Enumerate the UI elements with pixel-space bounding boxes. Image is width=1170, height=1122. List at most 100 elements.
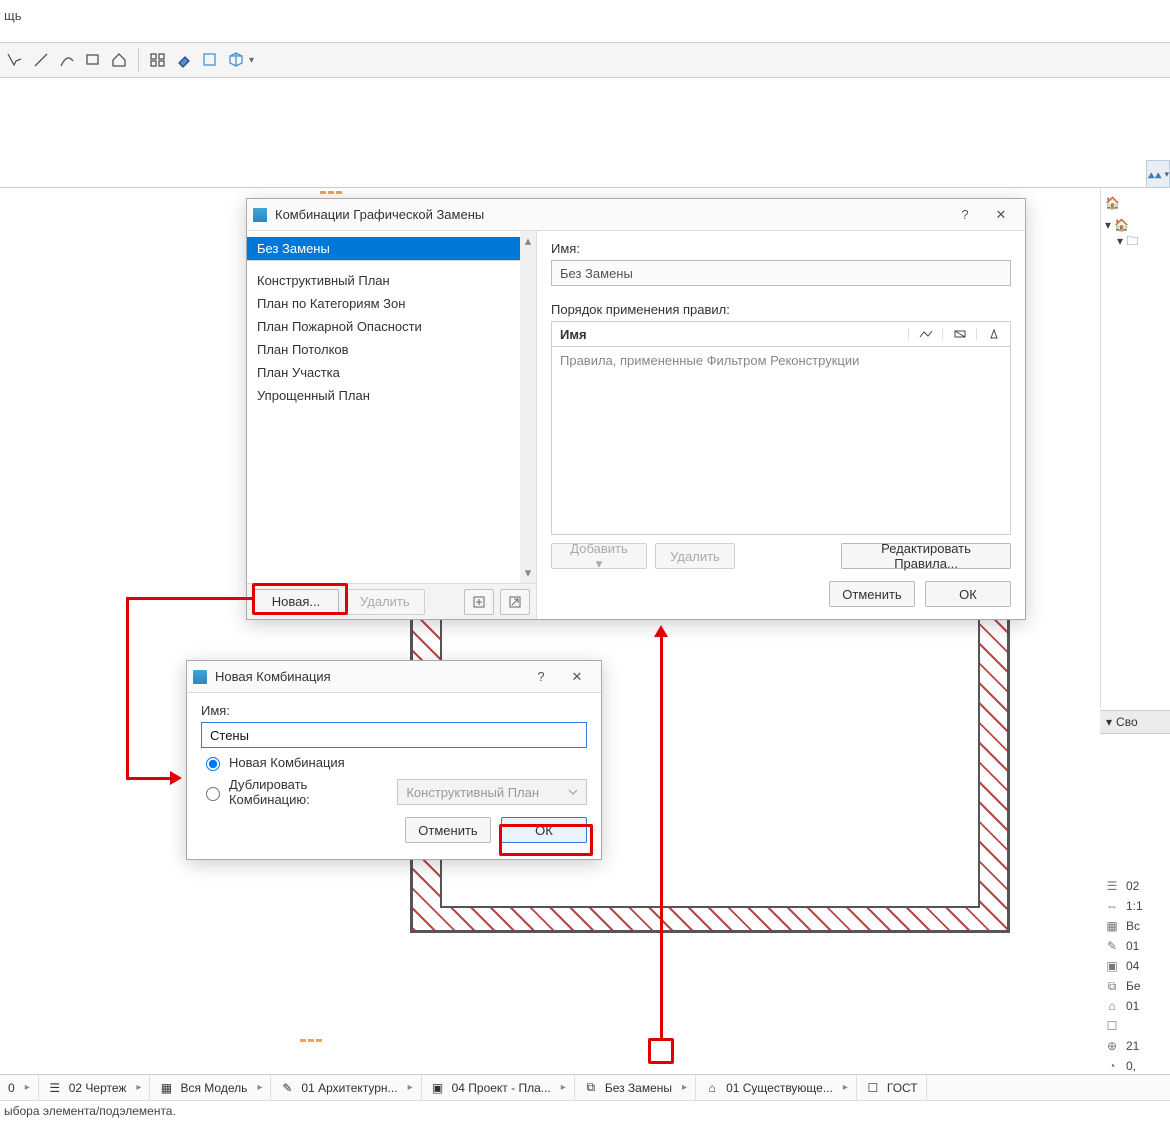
sb-dim[interactable]: ☐ГОСТ bbox=[857, 1075, 927, 1100]
dim-icon: ☐ bbox=[1104, 1019, 1120, 1033]
close-button[interactable]: ✕ bbox=[559, 663, 595, 691]
tool-mesh-icon[interactable] bbox=[147, 49, 169, 71]
qo-row[interactable]: ◔0, bbox=[1100, 1056, 1170, 1076]
tool-segment-icon[interactable] bbox=[30, 49, 52, 71]
toolbar-dropdown-icon[interactable]: ▾ bbox=[249, 55, 254, 66]
properties-header[interactable]: ▾ Сво bbox=[1100, 710, 1170, 734]
duplicate-source-combo[interactable]: Конструктивный План bbox=[397, 779, 587, 805]
list-item[interactable]: План Участка bbox=[247, 361, 520, 384]
qo-row[interactable]: ☐ bbox=[1100, 1016, 1170, 1036]
qo-row[interactable]: ▣04 bbox=[1100, 956, 1170, 976]
dialog-titlebar[interactable]: Комбинации Графической Замены ? ✕ bbox=[247, 199, 1025, 231]
quick-options: ☰02 ⇔1:1 ▦Вс ✎01 ▣04 ⧉Бе ⌂01 ☐ ⊕21 ◔0, bbox=[1100, 876, 1170, 1076]
dock-handle[interactable] bbox=[320, 182, 348, 188]
radio-input[interactable] bbox=[206, 757, 220, 771]
col-line-icon bbox=[908, 328, 942, 340]
delete-button[interactable]: Удалить bbox=[345, 589, 425, 615]
name-input[interactable] bbox=[201, 722, 587, 748]
list-item[interactable]: Конструктивный План bbox=[247, 269, 520, 292]
sb-reno[interactable]: ⌂01 Существующе...▸ bbox=[696, 1075, 857, 1100]
list-actions: Новая... Удалить bbox=[247, 583, 536, 619]
radio-input[interactable] bbox=[206, 787, 220, 801]
rules-label: Порядок применения правил: bbox=[551, 302, 1011, 317]
help-button[interactable]: ? bbox=[947, 201, 983, 229]
override-icon: ⧉ bbox=[1104, 979, 1120, 994]
rules-col-name: Имя bbox=[552, 327, 908, 342]
sb-penset[interactable]: ✎01 Архитектурн...▸ bbox=[271, 1075, 421, 1100]
radio-duplicate-combination[interactable]: Дублировать Комбинацию: Конструктивный П… bbox=[201, 777, 587, 807]
tool-curve-icon[interactable] bbox=[56, 49, 78, 71]
name-label: Имя: bbox=[201, 703, 587, 718]
dock-handle[interactable] bbox=[300, 1030, 328, 1036]
new-button[interactable]: Новая... bbox=[253, 589, 339, 615]
dialog-titlebar[interactable]: Новая Комбинация ? ✕ bbox=[187, 661, 601, 693]
radio-label: Дублировать Комбинацию: bbox=[229, 777, 391, 807]
main-toolbar: ▾ bbox=[0, 42, 1170, 78]
dialog-new-combination: Новая Комбинация ? ✕ Имя: Новая Комбинац… bbox=[186, 660, 602, 860]
col-fill-icon bbox=[942, 328, 976, 340]
delete-rule-button[interactable]: Удалить bbox=[655, 543, 735, 569]
radio-new-combination[interactable]: Новая Комбинация bbox=[201, 754, 587, 771]
tab-strip bbox=[0, 160, 1170, 188]
qo-row[interactable]: ⧉Бе bbox=[1100, 976, 1170, 996]
close-button[interactable]: ✕ bbox=[983, 201, 1019, 229]
qo-row[interactable]: ▦Вс bbox=[1100, 916, 1170, 936]
qo-row[interactable]: ☰02 bbox=[1100, 876, 1170, 896]
dialog-graphic-overrides: Комбинации Графической Замены ? ✕ Без За… bbox=[246, 198, 1026, 620]
qo-row[interactable]: ⇔1:1 bbox=[1100, 896, 1170, 916]
tool-house-icon[interactable] bbox=[108, 49, 130, 71]
navigator-panel: 🏠 ▾ 🏠 ▾ 🗀 bbox=[1100, 188, 1170, 708]
list-item[interactable]: Упрощенный План bbox=[247, 384, 520, 407]
dialog-title: Комбинации Графической Замены bbox=[275, 207, 484, 222]
add-rule-button[interactable]: Добавить ▾ bbox=[551, 543, 647, 569]
navigator-toggle[interactable]: ▾ bbox=[1146, 160, 1170, 188]
list-item[interactable]: Без Замены bbox=[247, 237, 520, 260]
edit-rules-button[interactable]: Редактировать Правила... bbox=[841, 543, 1011, 569]
nav-tree[interactable]: ▾ 🏠 ▾ 🗀 bbox=[1103, 218, 1168, 253]
menu-help[interactable]: щь bbox=[4, 8, 21, 23]
name-input[interactable] bbox=[551, 260, 1011, 286]
tool-clip-icon[interactable] bbox=[199, 49, 221, 71]
sb-scale[interactable]: ▦Вся Модель▸ bbox=[150, 1075, 271, 1100]
properties-title: Сво bbox=[1116, 715, 1138, 729]
tool-rect-icon[interactable] bbox=[82, 49, 104, 71]
list-item[interactable]: План по Категориям Зон bbox=[247, 292, 520, 315]
scrollbar[interactable]: ▴ ▾ bbox=[520, 231, 536, 583]
rules-table-body[interactable]: Правила, примененные Фильтром Реконструк… bbox=[551, 347, 1011, 535]
sb-layers[interactable]: ☰02 Чертеж▸ bbox=[39, 1075, 151, 1100]
zoom-icon: ⊕ bbox=[1104, 1039, 1120, 1053]
tool-eraser-icon[interactable] bbox=[173, 49, 195, 71]
angle-icon: ◔ bbox=[1104, 1059, 1120, 1073]
help-button[interactable]: ? bbox=[523, 663, 559, 691]
qo-row[interactable]: ⌂01 bbox=[1100, 996, 1170, 1016]
grid-icon: ▦ bbox=[1104, 919, 1120, 933]
menu-bar[interactable]: щь bbox=[0, 0, 21, 34]
ok-button[interactable]: ОК bbox=[925, 581, 1011, 607]
tool-arrow-icon[interactable] bbox=[4, 49, 26, 71]
cancel-button[interactable]: Отменить bbox=[829, 581, 915, 607]
separator bbox=[138, 48, 139, 72]
import-icon[interactable] bbox=[464, 589, 494, 615]
layers-icon: ☰ bbox=[1104, 879, 1120, 893]
sb-mvo[interactable]: ▣04 Проект - Пла...▸ bbox=[422, 1075, 575, 1100]
hint-bar: ыбора элемента/подэлемента. bbox=[0, 1100, 1170, 1122]
list-item[interactable]: План Пожарной Опасности bbox=[247, 315, 520, 338]
window-icon: ▣ bbox=[1104, 959, 1120, 973]
nav-tab-icon[interactable]: 🏠 bbox=[1105, 196, 1120, 210]
ok-button[interactable]: ОК bbox=[501, 817, 587, 843]
combinations-list[interactable]: Без Замены Конструктивный План План по К… bbox=[247, 231, 520, 583]
cancel-button[interactable]: Отменить bbox=[405, 817, 491, 843]
list-item[interactable]: План Потолков bbox=[247, 338, 520, 361]
scale-icon: ⇔ bbox=[1104, 899, 1120, 913]
radio-label: Новая Комбинация bbox=[229, 755, 345, 770]
hint-text: ыбора элемента/подэлемента. bbox=[4, 1104, 176, 1118]
qo-row[interactable]: ✎01 bbox=[1100, 936, 1170, 956]
sb-zoom[interactable]: 0▸ bbox=[0, 1075, 39, 1100]
qo-row[interactable]: ⊕21 bbox=[1100, 1036, 1170, 1056]
col-surface-icon bbox=[976, 328, 1010, 340]
tool-3d-icon[interactable] bbox=[225, 49, 247, 71]
sb-override[interactable]: ⧉Без Замены▸ bbox=[575, 1075, 696, 1100]
dim-icon: ☐ bbox=[865, 1080, 881, 1096]
scale-icon: ▦ bbox=[158, 1080, 174, 1096]
export-icon[interactable] bbox=[500, 589, 530, 615]
